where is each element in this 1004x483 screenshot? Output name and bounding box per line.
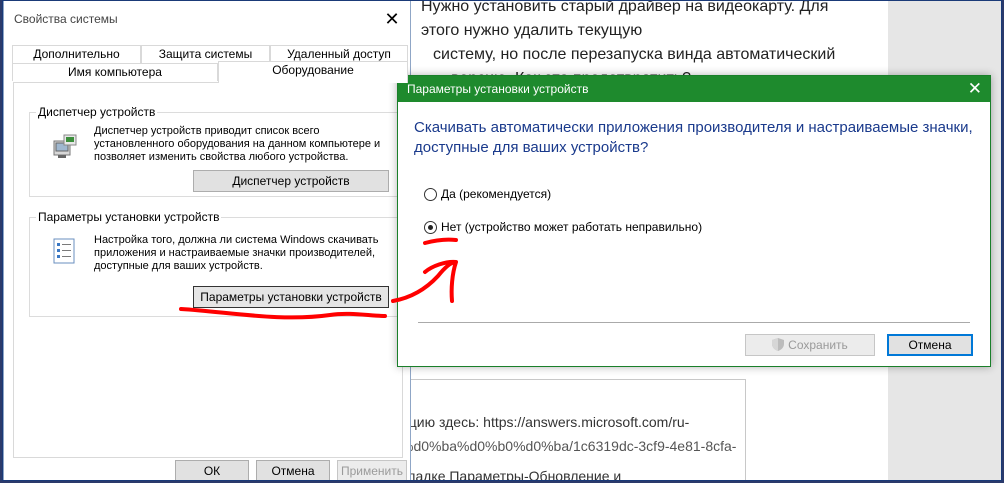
close-icon[interactable]: ✕ [968,78,982,100]
dialog-question: Скачивать автоматически приложения произ… [414,119,973,156]
option-no-label: Нет (устройство может работать неправиль… [441,220,703,234]
answer-line-3: кладке Параметры-Обновление и [401,468,622,481]
answer-line-1: ацию здесь: https://answers.microsoft.co… [401,414,690,430]
apply-button[interactable]: Применить [337,460,407,480]
radio-no[interactable] [424,221,437,235]
dialog-separator [418,322,970,323]
save-button-label: Сохранить [788,338,848,352]
option-no[interactable]: Нет (устройство может работать неправиль… [424,219,702,237]
device-manager-group: Диспетчер устройств Диспетчер устройств … [29,105,400,197]
close-icon[interactable]: ✕ [374,6,410,32]
device-manager-button[interactable]: Диспетчер устройств [193,170,389,192]
question-line-2: систему, но после перезапуска винда авто… [433,46,836,63]
dialog-title: Параметры установки устройств [407,82,589,96]
answer-text: ацию здесь: https://answers.microsoft.co… [399,410,737,481]
device-install-description: Настройка того, должна ли система Window… [94,234,379,272]
radio-yes[interactable] [424,188,437,202]
checklist-icon [53,238,75,264]
device-manager-group-label: Диспетчер устройств [36,105,158,119]
device-install-group-label: Параметры установки устройств [36,210,222,224]
device-install-group: Параметры установки устройств Настройка … [29,210,400,317]
system-properties-window: Свойства системы ✕ Дополнительно Защита … [3,1,411,480]
device-install-settings-dialog: Параметры установки устройств ✕ Скачиват… [397,75,991,367]
device-manager-description: Диспетчер устройств приводит список всег… [94,125,381,163]
dialog-titlebar: Параметры установки устройств ✕ [398,76,990,102]
device-install-settings-button[interactable]: Параметры установки устройств [193,286,389,308]
ok-button[interactable]: ОК [175,460,249,480]
uac-shield-icon [772,338,785,351]
cancel-button[interactable]: Отмена [256,460,330,480]
hardware-tab-panel: Диспетчер устройств Диспетчер устройств … [13,82,403,458]
window-title: Свойства системы [14,12,118,26]
option-yes-label: Да (рекомендуется) [441,187,552,201]
device-manager-icon [53,134,77,158]
tab-computer-name[interactable]: Имя компьютера [12,63,218,81]
system-properties-titlebar: Свойства системы ✕ [4,1,410,37]
screenshot-frame: Нужно установить старый драйвер на видео… [2,0,1002,481]
answer-box: ацию здесь: https://answers.microsoft.co… [398,379,746,481]
save-button[interactable]: Сохранить [745,334,875,356]
dialog-cancel-button[interactable]: Отмена [887,334,973,356]
tab-advanced[interactable]: Дополнительно [12,45,141,63]
question-line-1: Нужно установить старый драйвер на видео… [421,0,829,39]
answer-line-2: %d0%ba%d0%b0%d0%ba/1c6319dc-3cf9-4e81-8c… [401,438,737,454]
option-yes[interactable]: Да (рекомендуется) [424,186,551,204]
tab-hardware[interactable]: Оборудование [218,61,408,83]
